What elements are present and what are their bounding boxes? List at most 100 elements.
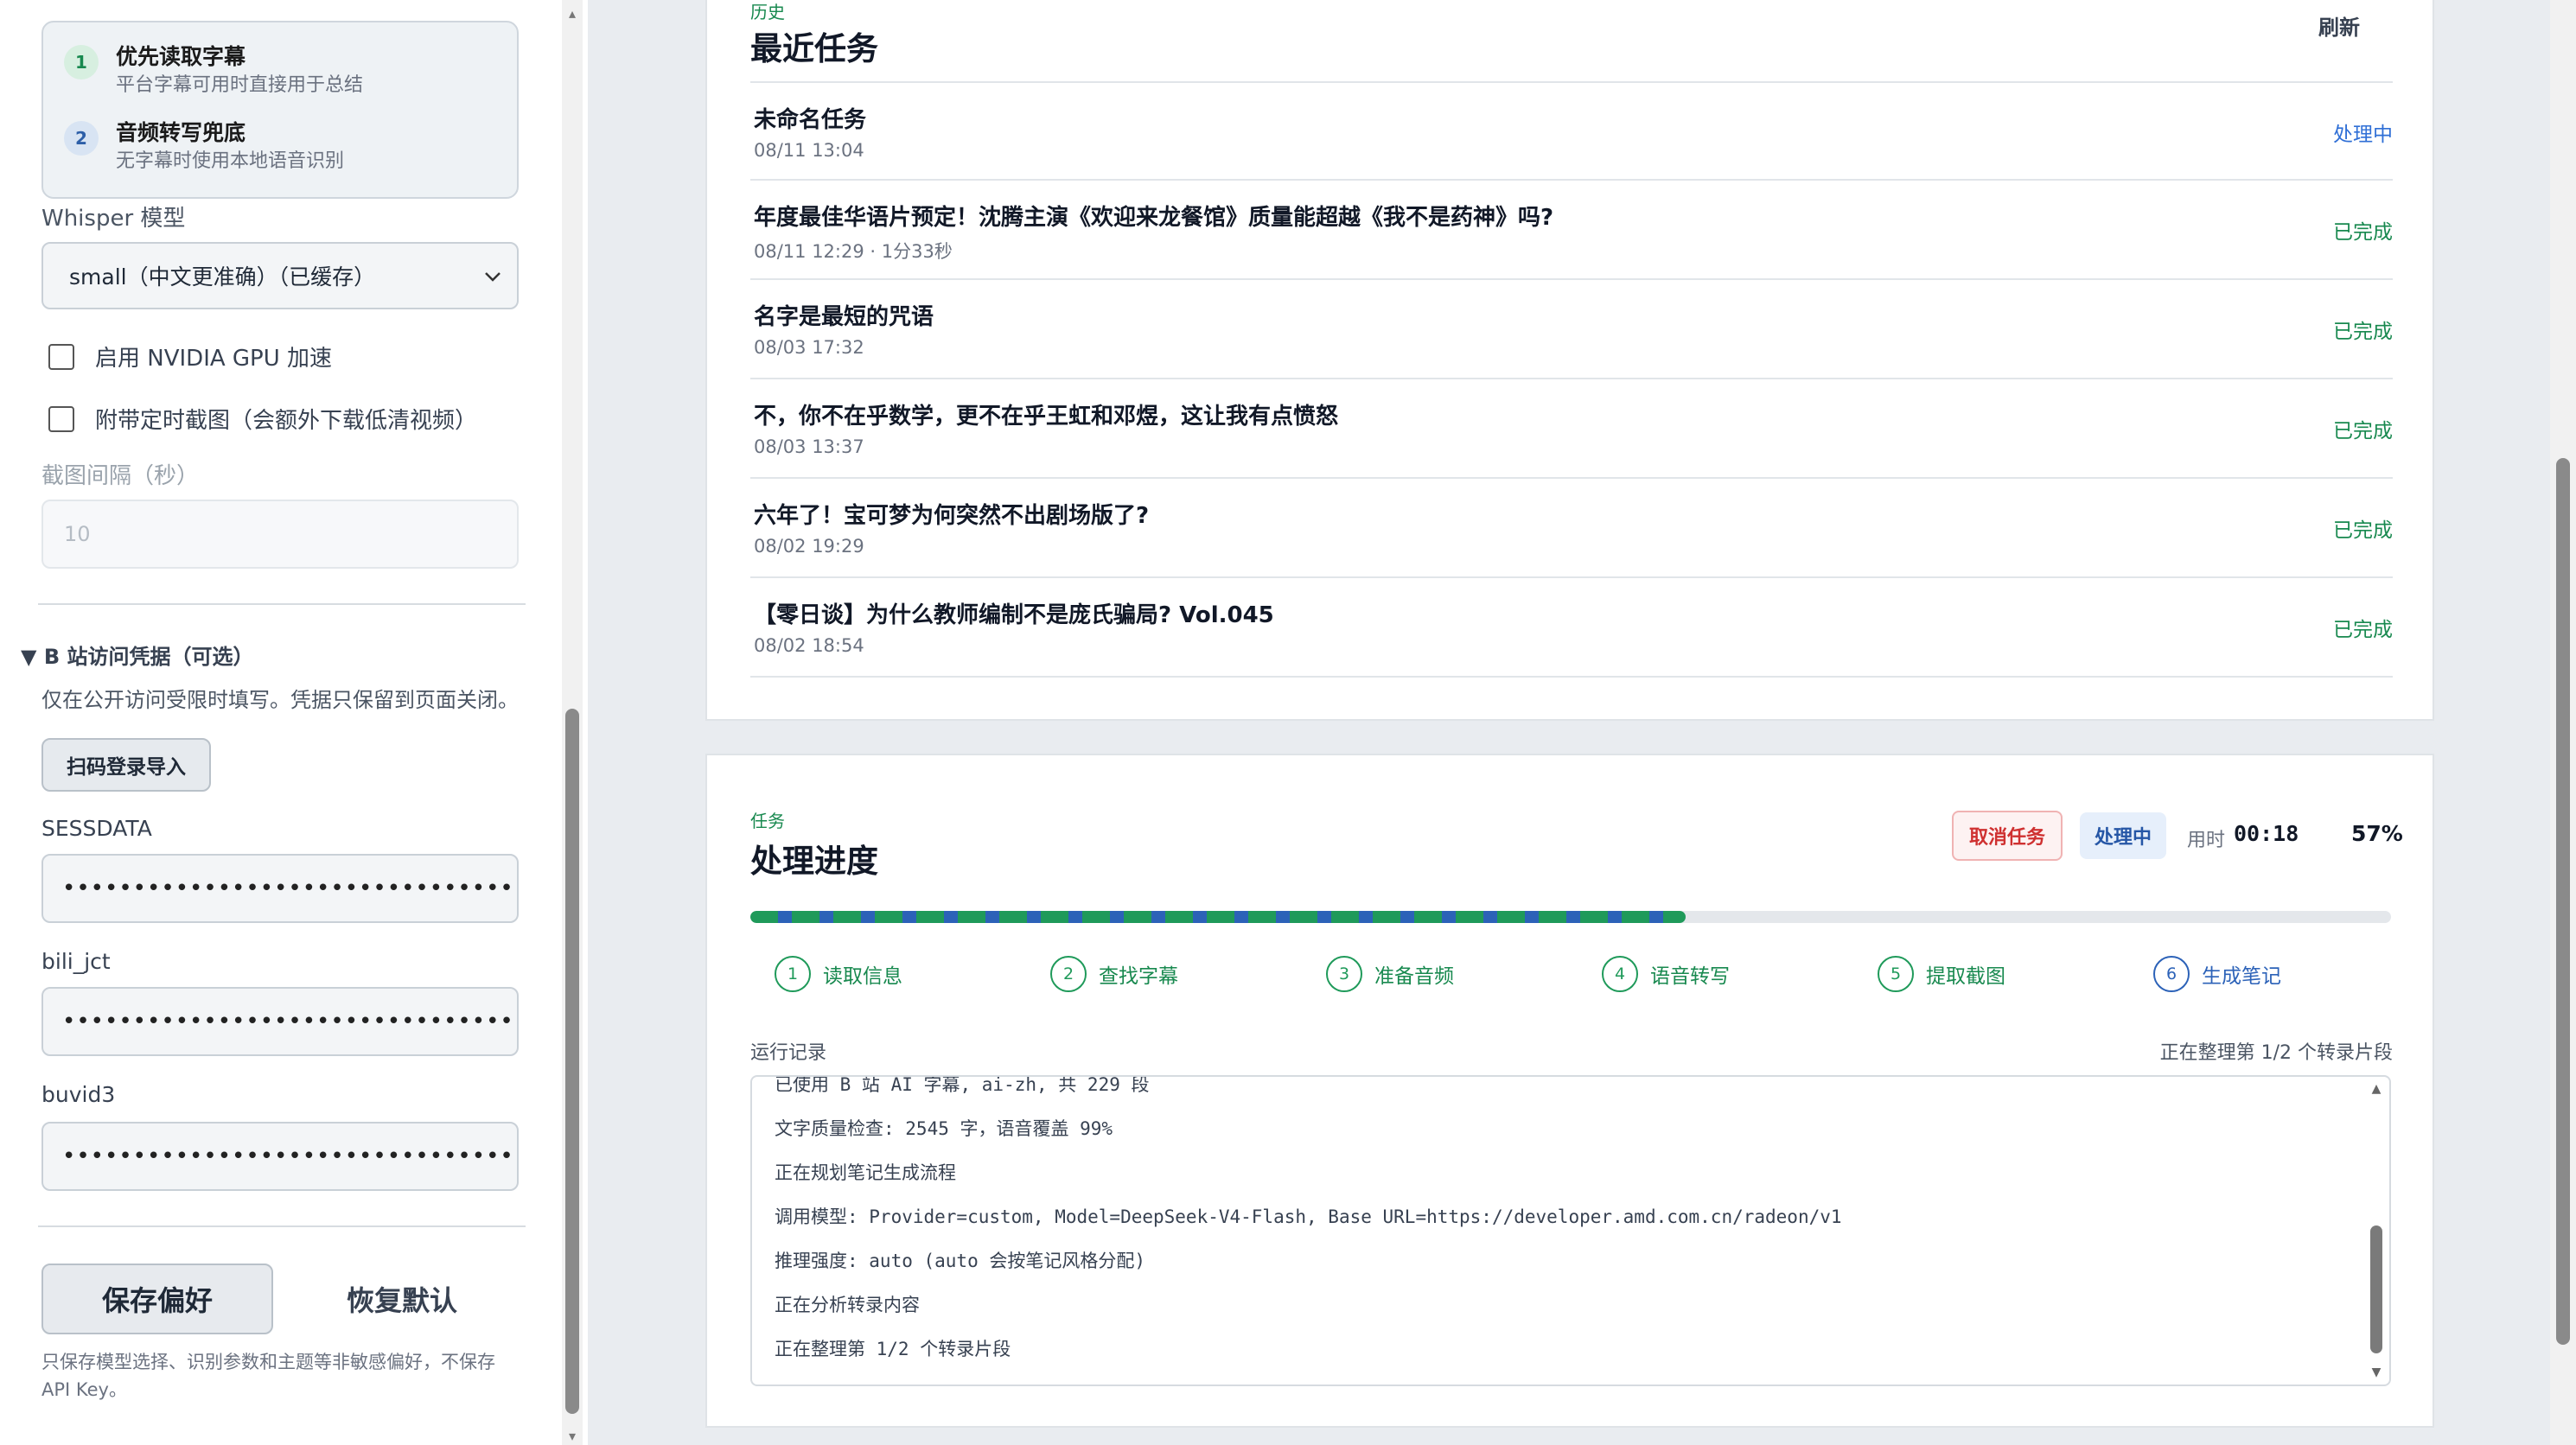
log-line: 调用模型: Provider=custom, Model=DeepSeek-V4… bbox=[775, 1206, 1842, 1227]
qr-login-button[interactable]: 扫码登录导入 bbox=[41, 738, 211, 792]
step-number-badge: 1 bbox=[64, 45, 99, 80]
whisper-model-label: Whisper 模型 bbox=[41, 206, 186, 232]
progress-percent: 57% bbox=[2351, 821, 2403, 846]
bili-jct-input[interactable]: •••••••••••••••••••••••••••••••• bbox=[41, 987, 519, 1056]
bili-jct-value: •••••••••••••••••••••••••••••••• bbox=[62, 1009, 514, 1034]
log-line: 文字质量检查: 2545 字，语音覆盖 99% bbox=[775, 1118, 1113, 1139]
strategy-step-desc: 平台字幕可用时直接用于总结 bbox=[116, 74, 364, 96]
elapsed-label: 用时 bbox=[2187, 830, 2226, 851]
task-eyebrow: 任务 bbox=[750, 811, 785, 831]
history-eyebrow: 历史 bbox=[750, 2, 785, 22]
log-lines: 已使用 B 站 AI 字幕, ai-zh, 共 229 段 文字质量检查: 25… bbox=[775, 1075, 1842, 1372]
sidebar-scrollbar[interactable]: ▴ ▾ bbox=[562, 0, 583, 1445]
screenshot-interval-input[interactable]: 10 bbox=[41, 500, 519, 569]
sessdata-input[interactable]: •••••••••••••••••••••••••••••••• bbox=[41, 854, 519, 923]
step-number-icon: 2 bbox=[1050, 956, 1087, 992]
history-item-status: 处理中 bbox=[2333, 124, 2393, 146]
chevron-down-icon bbox=[484, 266, 501, 288]
sessdata-value: •••••••••••••••••••••••••••••••• bbox=[62, 875, 514, 901]
elapsed-time: 00:18 bbox=[2234, 821, 2299, 846]
strategy-step-title: 优先读取字幕 bbox=[116, 44, 246, 69]
progress-bar-fill bbox=[750, 911, 1686, 923]
pipeline-step-transcribe: 4 语音转写 bbox=[1602, 956, 1730, 992]
task-title: 处理进度 bbox=[750, 843, 878, 880]
pipeline-step-generate-notes: 6 生成笔记 bbox=[2153, 956, 2281, 992]
history-item-title: 不，你不在乎数学，更不在乎王虹和邓煜，这让我有点愤怒 bbox=[754, 404, 1339, 430]
status-badge: 处理中 bbox=[2080, 812, 2166, 859]
log-line: 正在规划笔记生成流程 bbox=[775, 1162, 956, 1183]
step-number-badge: 2 bbox=[64, 121, 99, 156]
history-item-meta: 08/02 18:54 bbox=[754, 635, 864, 656]
progress-bar bbox=[750, 911, 2391, 923]
history-item-title: 年度最佳华语片预定！沈腾主演《欢迎来龙餐馆》质量能超越《我不是药神》吗? bbox=[754, 205, 1554, 231]
scroll-down-arrow-icon[interactable]: ▼ bbox=[2369, 1365, 2384, 1379]
task-progress-card: 任务 处理进度 取消任务 处理中 用时 00:18 57% 1 读取信息 2 查… bbox=[705, 754, 2434, 1428]
pipeline-step-label: 读取信息 bbox=[823, 965, 902, 988]
pipeline-step-find-subtitles: 2 查找字幕 bbox=[1050, 956, 1178, 992]
pipeline-step-label: 生成笔记 bbox=[2202, 965, 2281, 988]
pipeline-step-prepare-audio: 3 准备音频 bbox=[1326, 956, 1454, 992]
pipeline-step-label: 语音转写 bbox=[1650, 965, 1730, 988]
log-line: 正在分析转录内容 bbox=[775, 1295, 920, 1315]
refresh-button[interactable]: 刷新 bbox=[2318, 10, 2360, 41]
scroll-up-arrow-icon[interactable]: ▲ bbox=[2369, 1082, 2384, 1096]
cancel-task-button[interactable]: 取消任务 bbox=[1952, 811, 2063, 861]
history-item[interactable]: 年度最佳华语片预定！沈腾主演《欢迎来龙餐馆》质量能超越《我不是药神》吗? 08/… bbox=[750, 181, 2393, 280]
sidebar-scrollbar-thumb[interactable] bbox=[565, 709, 579, 1414]
history-item-title: 【零日谈】为什么教师编制不是庞氏骗局? Vol.045 bbox=[754, 602, 1274, 628]
history-item-status: 已完成 bbox=[2333, 221, 2393, 244]
history-item-title: 未命名任务 bbox=[754, 107, 867, 133]
step-number-icon: 4 bbox=[1602, 956, 1638, 992]
save-preferences-button[interactable]: 保存偏好 bbox=[41, 1264, 273, 1334]
history-item-status: 已完成 bbox=[2333, 420, 2393, 442]
log-summary: 正在整理第 1/2 个转录片段 bbox=[2159, 1042, 2393, 1064]
pipeline-step-label: 提取截图 bbox=[1926, 965, 2005, 988]
log-scrollbar[interactable]: ▲ ▼ bbox=[2367, 1082, 2386, 1379]
pipeline-step-read-info: 1 读取信息 bbox=[775, 956, 902, 992]
gpu-accel-checkbox[interactable] bbox=[48, 343, 74, 370]
sessdata-label: SESSDATA bbox=[41, 816, 152, 841]
credentials-toggle[interactable]: ▼ B 站访问凭据（可选） bbox=[21, 640, 253, 670]
settings-sidebar: 1 优先读取字幕 平台字幕可用时直接用于总结 2 音频转写兜底 无字幕时使用本地… bbox=[0, 0, 588, 1445]
pipeline-step-screenshots: 5 提取截图 bbox=[1878, 956, 2005, 992]
strategy-step-title: 音频转写兜底 bbox=[116, 120, 246, 145]
history-item[interactable]: 六年了！宝可梦为何突然不出剧场版了? 08/02 19:29 已完成 bbox=[750, 479, 2393, 578]
history-item-status: 已完成 bbox=[2333, 519, 2393, 542]
screenshot-interval-label: 截图间隔（秒） bbox=[41, 463, 200, 489]
transcript-strategy-box: 1 优先读取字幕 平台字幕可用时直接用于总结 2 音频转写兜底 无字幕时使用本地… bbox=[41, 21, 519, 199]
page-scrollbar[interactable] bbox=[2550, 0, 2576, 1445]
history-item-meta: 08/11 13:04 bbox=[754, 140, 864, 161]
section-divider bbox=[38, 1225, 526, 1227]
log-line: 已使用 B 站 AI 字幕, ai-zh, 共 229 段 bbox=[775, 1075, 1150, 1095]
history-item[interactable]: 名字是最短的咒语 08/03 17:32 已完成 bbox=[750, 280, 2393, 379]
bili-jct-label: bili_jct bbox=[41, 949, 111, 974]
buvid3-input[interactable]: ••••••••••••••••••••••••••••••••••••••••… bbox=[41, 1122, 519, 1191]
gpu-accel-label: 启用 NVIDIA GPU 加速 bbox=[95, 346, 333, 372]
scroll-up-arrow-icon[interactable]: ▴ bbox=[565, 7, 579, 21]
strategy-step-desc: 无字幕时使用本地语音识别 bbox=[116, 150, 345, 172]
history-item-status: 已完成 bbox=[2333, 619, 2393, 641]
history-item[interactable]: 未命名任务 08/11 13:04 处理中 bbox=[750, 81, 2393, 181]
log-line: 正在整理第 1/2 个转录片段 bbox=[775, 1339, 1011, 1359]
whisper-model-value: small（中文更准确）（已缓存） bbox=[69, 264, 376, 290]
history-item[interactable]: 【零日谈】为什么教师编制不是庞氏骗局? Vol.045 08/02 18:54 … bbox=[750, 578, 2393, 678]
log-scrollbar-thumb[interactable] bbox=[2370, 1225, 2382, 1353]
history-item-meta: 08/11 12:29 · 1分33秒 bbox=[754, 241, 953, 262]
screenshot-option[interactable]: 附带定时截图（会额外下载低清视频） bbox=[48, 403, 477, 435]
history-item-meta: 08/03 13:37 bbox=[754, 436, 864, 457]
reset-defaults-button[interactable]: 恢复默认 bbox=[311, 1264, 493, 1334]
page-scrollbar-thumb[interactable] bbox=[2556, 458, 2570, 1345]
gpu-accel-option[interactable]: 启用 NVIDIA GPU 加速 bbox=[48, 341, 332, 372]
run-log-box[interactable]: 已使用 B 站 AI 字幕, ai-zh, 共 229 段 文字质量检查: 25… bbox=[750, 1075, 2391, 1386]
buvid3-value: ••••••••••••••••••••••••••••••••••••••••… bbox=[62, 1143, 519, 1169]
history-list: 未命名任务 08/11 13:04 处理中 年度最佳华语片预定！沈腾主演《欢迎来… bbox=[750, 81, 2393, 678]
screenshot-checkbox[interactable] bbox=[48, 405, 74, 432]
history-item[interactable]: 不，你不在乎数学，更不在乎王虹和邓煜，这让我有点愤怒 08/03 13:37 已… bbox=[750, 379, 2393, 479]
history-item-title: 六年了！宝可梦为何突然不出剧场版了? bbox=[754, 503, 1150, 529]
scroll-down-arrow-icon[interactable]: ▾ bbox=[565, 1429, 579, 1443]
step-number-icon: 6 bbox=[2153, 956, 2190, 992]
history-card: 历史 最近任务 刷新 未命名任务 08/11 13:04 处理中 年度最佳华语片… bbox=[705, 0, 2434, 721]
whisper-model-select[interactable]: small（中文更准确）（已缓存） bbox=[41, 242, 519, 309]
save-note: 只保存模型选择、识别参数和主题等非敏感偏好，不保存 API Key。 bbox=[41, 1352, 495, 1400]
step-number-icon: 3 bbox=[1326, 956, 1362, 992]
